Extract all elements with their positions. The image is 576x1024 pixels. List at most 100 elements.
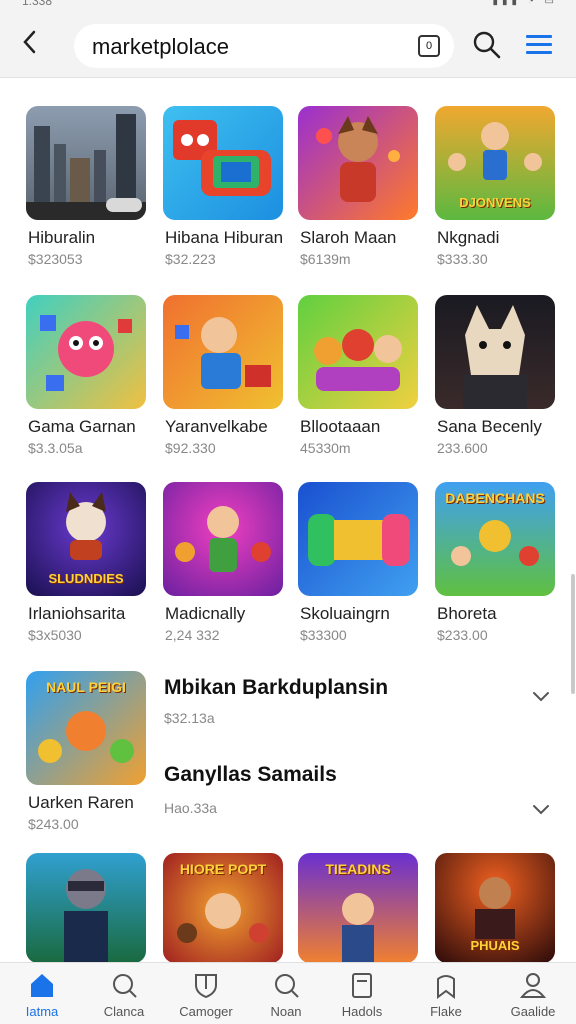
app-name: Nkgnadi (437, 228, 500, 247)
app-tile[interactable]: Hibana Hiburan $32.223 (163, 106, 283, 267)
app-name: Uarken Raren (28, 793, 134, 812)
app-tile[interactable]: DABENCHANS Bhoreta $233.00 (435, 482, 555, 643)
nav-label: Clanca (103, 1004, 145, 1019)
app-name: Irlaniohsarita (28, 604, 126, 623)
app-tile[interactable]: PHUAIS (435, 853, 555, 963)
app-price: 45330m (300, 440, 351, 456)
app-thumbnail (163, 482, 283, 596)
nav-label: Camoger (179, 1004, 233, 1019)
nav-item-home[interactable]: Iatma (2, 963, 82, 1024)
app-thumbnail: HIORE POPT (163, 853, 283, 963)
app-tile[interactable]: Bllootaaan 45330m (298, 295, 418, 456)
handheld-console-art (308, 514, 410, 566)
app-price: 233.600 (437, 440, 488, 456)
app-price: $33300 (300, 627, 347, 643)
chevron-down-icon[interactable] (530, 798, 552, 820)
status-icons: ▮▮▮ ◔ ▭ (492, 0, 558, 7)
person-icon (519, 973, 547, 998)
city-skyline-art (26, 114, 146, 220)
app-thumbnail (26, 106, 146, 220)
nav-label: Iatma (25, 1004, 59, 1019)
app-name: Bllootaaan (300, 417, 381, 436)
nav-item-docs[interactable]: Hadols (322, 963, 402, 1024)
nav-label: Hadols (341, 1004, 383, 1019)
section-title: Mbikan Barkduplansin (164, 676, 389, 699)
thumbnail-title: NAUL PEIGI (46, 679, 126, 695)
app-tile[interactable]: HIORE POPT (163, 853, 283, 963)
hamburger-icon (524, 35, 554, 54)
app-tile[interactable]: TIEADINS (298, 853, 418, 963)
nav-label: Flake (430, 1004, 462, 1019)
app-thumbnail (26, 853, 146, 963)
app-thumbnail (163, 106, 283, 220)
search-icon (113, 974, 137, 998)
search-input[interactable]: marketplolace 0 (74, 24, 454, 68)
nav-item-category[interactable]: Camoger (166, 963, 246, 1024)
back-button[interactable] (20, 28, 48, 60)
app-tile[interactable]: Skoluaingrn $33300 (298, 482, 418, 643)
app-tile[interactable]: DJONVENS Nkgnadi $333.30 (435, 106, 555, 267)
app-tile[interactable]: Hiburalin $323053 (26, 106, 146, 267)
scrollbar[interactable] (571, 574, 575, 694)
app-thumbnail (298, 106, 418, 220)
app-tile[interactable]: NAUL PEIGI Uarken Raren $243.00 (26, 671, 146, 832)
app-tile[interactable]: Sana Becenly 233.600 (435, 295, 555, 456)
app-name: Sana Becenly (437, 417, 542, 436)
search-query: marketplolace (92, 34, 229, 59)
box-hero-art (175, 317, 271, 389)
app-price: $233.00 (437, 627, 488, 643)
nav-item-flake[interactable]: Flake (406, 963, 486, 1024)
app-price: 2,24 332 (165, 627, 220, 643)
search-button[interactable] (472, 30, 502, 60)
app-name: Gama Garnan (28, 417, 136, 436)
nav-item-explore[interactable]: Noan (246, 963, 326, 1024)
app-price: $243.00 (28, 816, 79, 832)
app-tile[interactable] (26, 853, 146, 963)
pink-monster-art (40, 315, 132, 391)
app-thumbnail: DABENCHANS (435, 482, 555, 596)
app-price: $32.223 (165, 251, 216, 267)
app-thumbnail (298, 295, 418, 409)
app-tile[interactable]: Slaroh Maan $6139m (298, 106, 418, 267)
menu-button[interactable] (524, 32, 554, 58)
thumbnail-title: PHUAIS (470, 938, 520, 953)
section-subtitle: $32.13a (164, 710, 215, 726)
app-name: Hibana Hiburan (165, 228, 284, 247)
app-tile[interactable]: SLUDNDIES Irlaniohsarita $3x5030 (26, 482, 146, 643)
wolf-character-art (463, 305, 527, 409)
shield-icon (195, 974, 217, 999)
app-name: Skoluaingrn (300, 604, 390, 623)
app-thumbnail: NAUL PEIGI (26, 671, 146, 785)
party-characters-art (175, 506, 271, 572)
app-thumbnail: DJONVENS (435, 106, 555, 220)
app-thumbnail (163, 295, 283, 409)
app-tile[interactable]: Yaranvelkabe $92.330 (163, 295, 283, 456)
section-subtitle: Hao.33a (164, 800, 217, 816)
top-bar: marketplolace 0 (0, 14, 576, 78)
app-tile[interactable]: Madicnally 2,24 332 (163, 482, 283, 643)
app-thumbnail (435, 295, 555, 409)
nav-label: Noan (270, 1004, 302, 1019)
app-thumbnail: SLUDNDIES (26, 482, 146, 596)
app-thumbnail (26, 295, 146, 409)
search-icon (473, 31, 501, 59)
app-thumbnail: PHUAIS (435, 853, 555, 963)
bookmark-icon (437, 975, 455, 999)
nav-label: Gaalide (510, 1004, 556, 1019)
status-bar: 1:338 ▮▮▮ ◔ ▭ (0, 0, 576, 14)
section-title: Ganyllas Samails (164, 763, 337, 786)
app-price: $92.330 (165, 440, 216, 456)
thumbnail-title: DJONVENS (459, 195, 531, 210)
back-arrow-icon (23, 30, 36, 54)
voice-search-icon[interactable]: 0 (418, 35, 440, 57)
app-name: Hiburalin (28, 228, 96, 247)
thumbnail-title: HIORE POPT (179, 861, 267, 877)
app-thumbnail: TIEADINS (298, 853, 418, 963)
nav-item-profile[interactable]: Gaalide (493, 963, 573, 1024)
hero-character-art (316, 116, 400, 202)
app-name: Slaroh Maan (300, 228, 397, 247)
chevron-down-icon[interactable] (530, 685, 552, 707)
app-tile[interactable]: Gama Garnan $3.3.05a (26, 295, 146, 456)
nav-item-search[interactable]: Clanca (84, 963, 164, 1024)
raccoon-agent-art (64, 869, 108, 963)
